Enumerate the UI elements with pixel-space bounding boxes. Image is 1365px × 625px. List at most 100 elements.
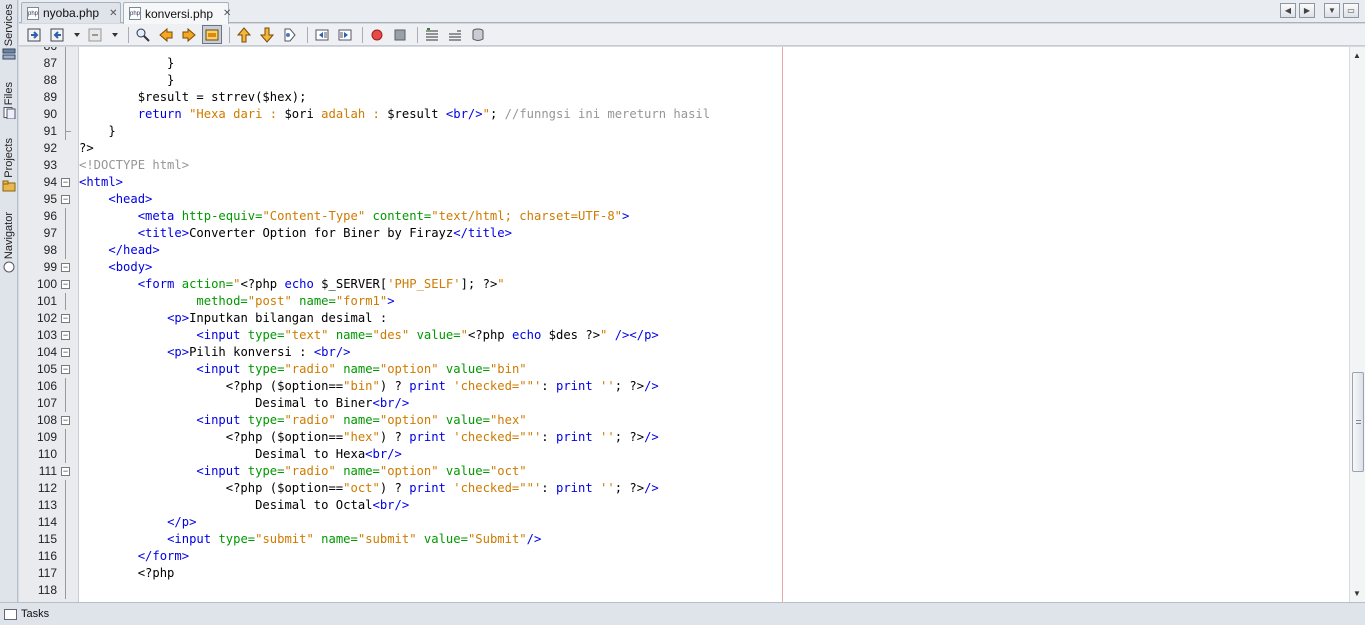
scroll-tabs-left-button[interactable]: ◀ [1280, 3, 1296, 18]
tab-konversi-php[interactable]: php konversi.php ✕ [123, 2, 231, 24]
back-icon [50, 28, 64, 41]
shift-right-button[interactable] [335, 25, 355, 44]
back-button[interactable] [48, 25, 68, 44]
fold-collapse-icon[interactable]: − [61, 331, 70, 340]
fold-collapse-icon[interactable]: − [61, 467, 70, 476]
fold-guide-line [65, 548, 66, 565]
chevron-down-icon [74, 32, 80, 37]
close-icon[interactable]: ✕ [109, 8, 117, 19]
toggle-highlight-search-button[interactable] [202, 25, 222, 44]
code-line[interactable]: <!DOCTYPE html> [79, 157, 189, 174]
code-line[interactable]: <?php [79, 565, 175, 582]
code-line[interactable]: </p> [79, 514, 196, 531]
code-line[interactable]: $result = strrev($hex); [79, 89, 307, 106]
uncomment-button[interactable] [445, 25, 465, 44]
close-icon[interactable]: ✕ [223, 8, 231, 19]
comment-button[interactable] [422, 25, 442, 44]
find-next-icon [182, 27, 196, 42]
fold-collapse-icon[interactable]: − [61, 263, 70, 272]
code-line[interactable]: return "Hexa dari : $ori adalah : $resul… [79, 106, 710, 123]
code-line[interactable]: ?> [79, 140, 94, 157]
fold-guide-line [65, 225, 66, 242]
database-icon [472, 28, 484, 41]
code-line[interactable]: } [79, 55, 174, 72]
line-number: 89 [43, 90, 57, 104]
code-text-area[interactable]: } } $result = strrev($hex); return "Hexa… [79, 47, 1349, 602]
line-number: 114 [37, 515, 57, 529]
code-line[interactable]: <input type="text" name="des" value="<?p… [79, 327, 658, 344]
previous-bookmark-button[interactable] [234, 25, 254, 44]
tab-label: konversi.php [145, 6, 214, 21]
vertical-scrollbar[interactable]: ▲ ▼ [1349, 47, 1365, 602]
scroll-down-arrow[interactable]: ▼ [1353, 589, 1361, 598]
find-next-button[interactable] [179, 25, 199, 44]
bottom-panel-bar: Tasks [0, 602, 1365, 625]
code-line[interactable]: <body> [79, 259, 152, 276]
code-line[interactable]: Desimal to Biner<br/> [79, 395, 409, 412]
code-line[interactable]: } [79, 123, 115, 140]
start-macro-recording-button[interactable] [367, 25, 387, 44]
code-line[interactable]: <p>Inputkan bilangan desimal : [79, 310, 387, 327]
scroll-tabs-right-button[interactable]: ▶ [1299, 3, 1315, 18]
uncomment-icon [449, 30, 461, 40]
code-line[interactable]: <input type="radio" name="option" value=… [79, 463, 526, 480]
next-bookmark-button[interactable] [257, 25, 277, 44]
forward-button[interactable] [86, 25, 106, 44]
code-editor[interactable]: 868788899091929394−95−96979899−100−10110… [19, 47, 1365, 602]
code-line[interactable]: <?php ($option=="hex") ? print 'checked=… [79, 429, 659, 446]
tab-nyoba-php[interactable]: php nyoba.php ✕ [21, 2, 121, 23]
database-button[interactable] [468, 25, 488, 44]
find-previous-button[interactable] [156, 25, 176, 44]
fold-collapse-icon[interactable]: − [61, 280, 70, 289]
code-line[interactable]: <meta http-equiv="Content-Type" content=… [79, 208, 630, 225]
code-line[interactable]: <html> [79, 174, 123, 191]
toggle-bookmark-button[interactable] [280, 25, 300, 44]
code-line[interactable]: </head> [79, 242, 159, 259]
stop-macro-recording-button[interactable] [390, 25, 410, 44]
code-line[interactable]: <form action="<?php echo $_SERVER['PHP_S… [79, 276, 505, 293]
code-line[interactable]: Desimal to Octal<br/> [79, 497, 409, 514]
code-line[interactable]: <?php ($option=="oct") ? print 'checked=… [79, 480, 659, 497]
forward-dropdown[interactable] [109, 25, 121, 44]
fold-collapse-icon[interactable]: − [61, 416, 70, 425]
scrollbar-thumb[interactable] [1352, 372, 1364, 472]
line-number: 104 [36, 345, 57, 359]
last-edit-button[interactable] [25, 25, 45, 44]
code-line[interactable]: <?php ($option=="bin") ? print 'checked=… [79, 378, 659, 395]
maximize-window-button[interactable]: ▭ [1343, 3, 1359, 18]
fold-collapse-icon[interactable]: − [61, 314, 70, 323]
code-line[interactable]: <input type="radio" name="option" value=… [79, 361, 526, 378]
code-line[interactable]: <title>Converter Option for Biner by Fir… [79, 225, 512, 242]
code-line[interactable]: </form> [79, 548, 189, 565]
fold-collapse-icon[interactable]: − [61, 348, 70, 357]
forward-icon [88, 28, 102, 41]
fold-guide-line [65, 514, 66, 531]
code-line[interactable]: } [79, 72, 174, 89]
fold-collapse-icon[interactable]: − [61, 365, 70, 374]
back-dropdown[interactable] [71, 25, 83, 44]
toolbar-separator [229, 26, 230, 43]
tasks-label: Tasks [21, 608, 50, 620]
scroll-up-arrow[interactable]: ▲ [1353, 51, 1361, 60]
thumb-grip [1356, 420, 1361, 424]
bookmark-icon [284, 28, 296, 41]
line-number: 97 [43, 226, 57, 240]
fold-collapse-icon[interactable]: − [61, 178, 70, 187]
fold-guide-line [65, 531, 66, 548]
navigator-tab[interactable]: Navigator [0, 212, 18, 273]
toolbar-separator [362, 26, 363, 43]
code-line[interactable]: <input type="submit" name="submit" value… [79, 531, 541, 548]
code-line[interactable]: <p>Pilih konversi : <br/> [79, 344, 350, 361]
shift-left-button[interactable] [312, 25, 332, 44]
services-tab[interactable]: Services [0, 4, 18, 60]
projects-tab[interactable]: Projects [0, 138, 18, 192]
code-line[interactable]: method="post" name="form1"> [79, 293, 394, 310]
fold-collapse-icon[interactable]: − [61, 195, 70, 204]
code-line[interactable]: Desimal to Hexa<br/> [79, 446, 402, 463]
files-tab[interactable]: Files [0, 82, 18, 120]
code-line[interactable]: <input type="radio" name="option" value=… [79, 412, 526, 429]
tasks-tab[interactable]: Tasks [4, 608, 49, 620]
code-line[interactable]: <head> [79, 191, 152, 208]
show-opened-documents-button[interactable]: ▼ [1324, 3, 1340, 18]
find-selection-button[interactable] [133, 25, 153, 44]
